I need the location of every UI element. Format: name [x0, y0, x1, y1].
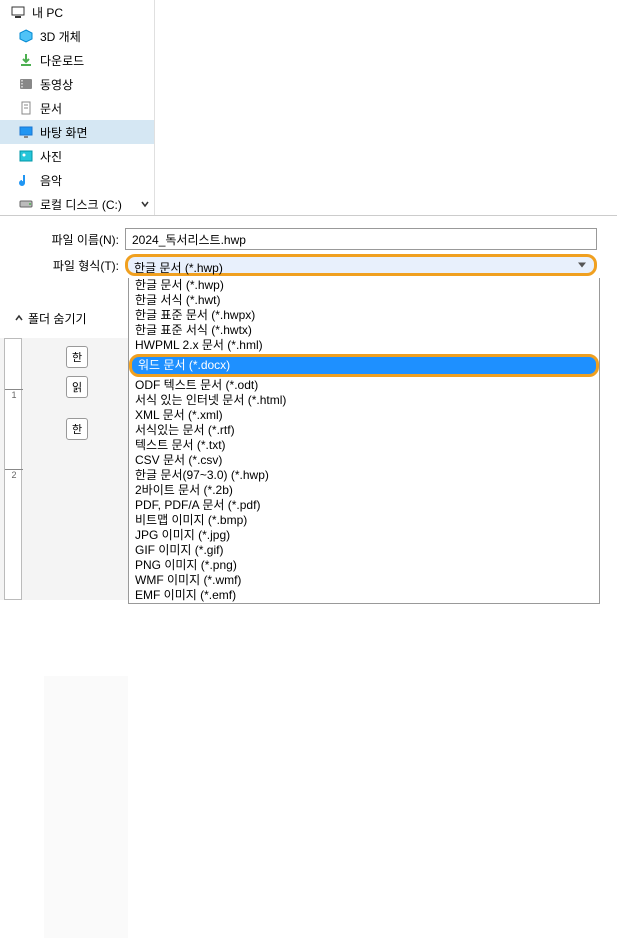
chevron-down-icon[interactable]	[138, 197, 152, 211]
dropdown-item[interactable]: 서식있는 문서 (*.rtf)	[129, 423, 599, 438]
tree-item-3d[interactable]: 3D 개체	[0, 24, 154, 48]
ruler-tick: 2	[5, 469, 23, 480]
tree-item-disk-c[interactable]: 로컬 디스크 (C:)	[0, 192, 154, 216]
dropdown-item[interactable]: HWPML 2.x 문서 (*.hml)	[129, 338, 599, 353]
dropdown-item[interactable]: 2바이트 문서 (*.2b)	[129, 483, 599, 498]
tree-item-desktop[interactable]: 바탕 화면	[0, 120, 154, 144]
tree-item-photos[interactable]: 사진	[0, 144, 154, 168]
doc-edge	[44, 676, 128, 938]
dropdown-item[interactable]: XML 문서 (*.xml)	[129, 408, 599, 423]
dropdown-item[interactable]: 텍스트 문서 (*.txt)	[129, 438, 599, 453]
folder-tree-sidebar: 내 PC 3D 개체 다운로드 동영상 문서 바탕 화면 사진	[0, 0, 155, 215]
tree-label: 동영상	[40, 76, 73, 93]
dropdown-item[interactable]: CSV 문서 (*.csv)	[129, 453, 599, 468]
dropdown-item[interactable]: 서식 있는 인터넷 문서 (*.html)	[129, 393, 599, 408]
dropdown-item[interactable]: PNG 이미지 (*.png)	[129, 558, 599, 573]
tree-item-pc[interactable]: 내 PC	[0, 0, 154, 24]
disk-icon	[18, 196, 34, 212]
tree-item-downloads[interactable]: 다운로드	[0, 48, 154, 72]
dropdown-item[interactable]: 한글 문서 (*.hwp)	[129, 278, 599, 293]
hide-folders-button[interactable]: 폴더 숨기기	[14, 310, 87, 327]
dropdown-item[interactable]: 한글 표준 서식 (*.hwtx)	[129, 323, 599, 338]
tree-label: 3D 개체	[40, 28, 81, 45]
doc-mode-button-2[interactable]: 읽	[66, 376, 88, 398]
ruler-area: 1 2 한 읽 한	[0, 338, 130, 600]
dropdown-item[interactable]: ODF 텍스트 문서 (*.odt)	[129, 378, 599, 393]
pc-icon	[10, 4, 26, 20]
doc-mode-button-3[interactable]: 한	[66, 418, 88, 440]
tree-label: 문서	[40, 100, 62, 117]
vertical-ruler: 1 2	[4, 338, 22, 600]
dropdown-item[interactable]: 한글 서식 (*.hwt)	[129, 293, 599, 308]
tree-label: 로컬 디스크 (C:)	[40, 196, 122, 213]
ruler-tick: 1	[5, 389, 23, 400]
filetype-value: 한글 문서 (*.hwp)	[134, 261, 223, 275]
dropdown-item[interactable]: JPG 이미지 (*.jpg)	[129, 528, 599, 543]
tree-item-videos[interactable]: 동영상	[0, 72, 154, 96]
chevron-up-icon	[14, 312, 24, 326]
filename-label: 파일 이름(N):	[0, 231, 125, 248]
dropdown-item[interactable]: 비트맵 이미지 (*.bmp)	[129, 513, 599, 528]
dropdown-item-highlighted[interactable]: 워드 문서 (*.docx)	[129, 354, 599, 377]
tree-label: 내 PC	[32, 4, 63, 21]
save-dialog-lower: 파일 이름(N): 파일 형식(T): 한글 문서 (*.hwp) 한글 문서 …	[0, 215, 617, 280]
filetype-row: 파일 형식(T): 한글 문서 (*.hwp)	[0, 254, 617, 276]
music-icon	[18, 172, 34, 188]
desktop-icon	[18, 124, 34, 140]
dropdown-item[interactable]: GIF 이미지 (*.gif)	[129, 543, 599, 558]
tree-label: 음악	[40, 172, 62, 189]
dropdown-item[interactable]: 한글 표준 문서 (*.hwpx)	[129, 308, 599, 323]
filename-input[interactable]	[125, 228, 597, 250]
filetype-label: 파일 형식(T):	[0, 257, 125, 274]
dropdown-item[interactable]: PDF, PDF/A 문서 (*.pdf)	[129, 498, 599, 513]
tree-label: 사진	[40, 148, 62, 165]
doc-mode-button-1[interactable]: 한	[66, 346, 88, 368]
filetype-dropdown: 한글 문서 (*.hwp) 한글 서식 (*.hwt) 한글 표준 문서 (*.…	[128, 278, 600, 604]
dropdown-item[interactable]: WMF 이미지 (*.wmf)	[129, 573, 599, 588]
photos-icon	[18, 148, 34, 164]
tree-label: 바탕 화면	[40, 124, 88, 141]
documents-icon	[18, 100, 34, 116]
video-icon	[18, 76, 34, 92]
download-icon	[18, 52, 34, 68]
filename-row: 파일 이름(N):	[0, 228, 617, 250]
dropdown-item[interactable]: EMF 이미지 (*.emf)	[129, 588, 599, 603]
tree-label: 다운로드	[40, 52, 84, 69]
tree-item-documents[interactable]: 문서	[0, 96, 154, 120]
filetype-select[interactable]: 한글 문서 (*.hwp)	[125, 254, 597, 276]
cube-icon	[18, 28, 34, 44]
tree-item-music[interactable]: 음악	[0, 168, 154, 192]
dropdown-item[interactable]: 한글 문서(97~3.0) (*.hwp)	[129, 468, 599, 483]
hide-folders-label: 폴더 숨기기	[28, 310, 87, 327]
